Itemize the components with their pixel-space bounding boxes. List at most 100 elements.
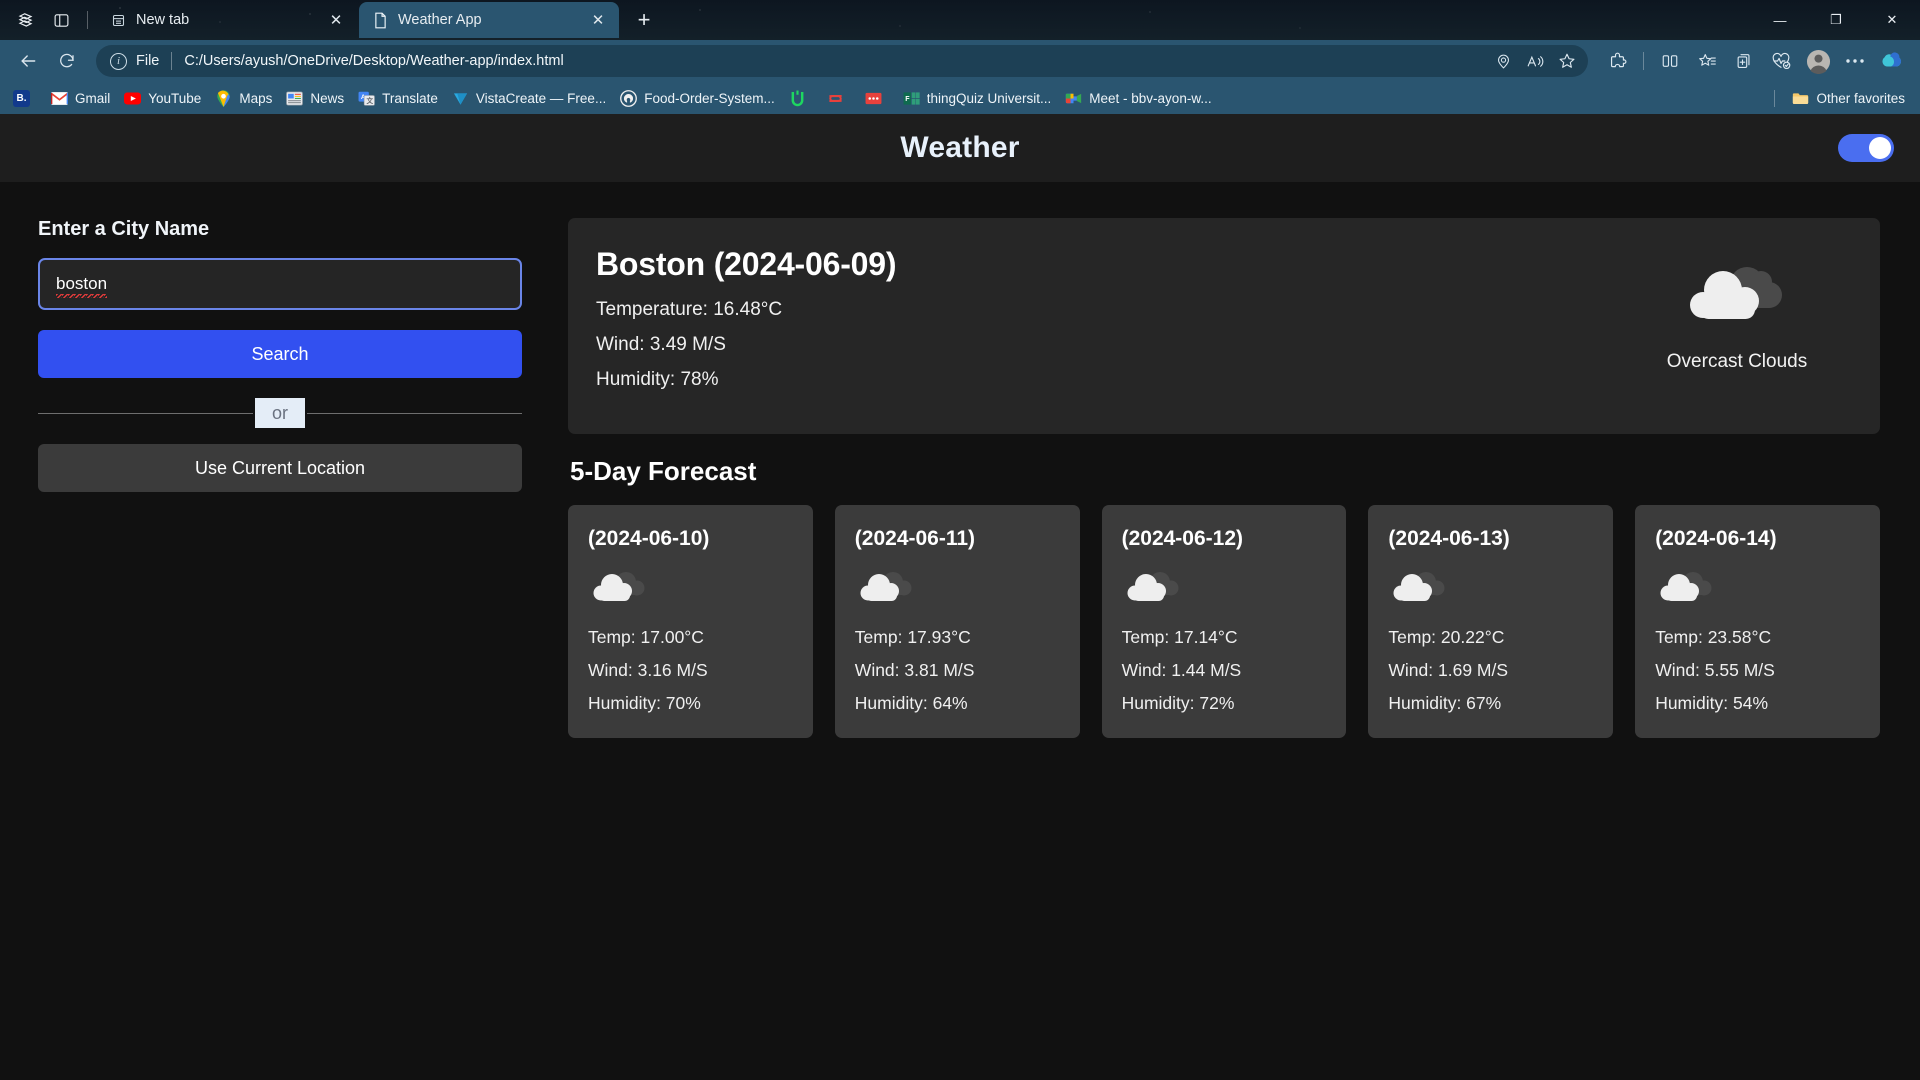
close-icon[interactable]: ✕ [587, 9, 609, 31]
window-icon [110, 12, 127, 29]
bookmark-label: Food-Order-System... [644, 90, 775, 106]
clouds-icon [588, 559, 793, 621]
bookmark-label: YouTube [148, 90, 202, 106]
forecast-humidity: Humidity: 67% [1388, 693, 1502, 713]
tab-actions-icon[interactable] [8, 5, 42, 35]
current-humidity: Humidity: 78% [596, 369, 719, 390]
toolbar-right-icons [1599, 45, 1910, 77]
tab-divider [87, 11, 88, 29]
bookmark-booking[interactable]: B. [6, 86, 44, 111]
current-weather-details: Boston (2024-06-09) Temperature: 16.48°C… [596, 246, 1622, 404]
tab-title: New tab [136, 12, 190, 28]
svg-text:文: 文 [367, 96, 374, 105]
city-input-label: Enter a City Name [38, 218, 210, 240]
copilot-icon[interactable] [1874, 45, 1910, 77]
info-icon[interactable]: i [110, 52, 127, 70]
tab-title: Weather App [398, 12, 482, 28]
bookmark-label: thingQuiz Universit... [926, 90, 1052, 106]
minimize-button[interactable]: — [1752, 0, 1808, 40]
omnibox-divider [171, 52, 173, 70]
gmail-icon [51, 90, 68, 107]
bookmark-food-order-system[interactable]: Food-Order-System... [613, 86, 782, 111]
forecast-section-title: 5-Day Forecast [570, 456, 757, 486]
forecast-date: (2024-06-13) [1388, 527, 1510, 550]
bookmark-label: Meet - bbv-ayon-w... [1089, 90, 1212, 106]
bookmark-label: News [310, 90, 345, 106]
clouds-icon [1388, 559, 1593, 621]
collections-star-icon[interactable] [1689, 45, 1725, 77]
bookmark-vistacreate[interactable]: VistaCreate — Free... [445, 86, 613, 111]
forecast-card: (2024-06-14) Temp: 23.58°C Wind: 5.55 M/… [1635, 505, 1880, 738]
address-bar[interactable]: i File C:/Users/ayush/OneDrive/Desktop/W… [96, 45, 1588, 77]
forecast-temp: Temp: 17.93°C [854, 627, 971, 647]
window-controls: — ❐ ✕ [1752, 0, 1920, 40]
current-city-heading: Boston (2024-06-09) [596, 246, 897, 282]
close-icon[interactable]: ✕ [325, 9, 347, 31]
browser-tab-weather-app[interactable]: Weather App ✕ [359, 2, 619, 38]
green-u-icon [789, 90, 806, 107]
forecast-card: (2024-06-11) Temp: 17.93°C Wind: 3.81 M/… [834, 505, 1080, 738]
spellcheck-underline [56, 294, 108, 298]
city-input-value: boston [56, 274, 108, 293]
favorite-star-icon[interactable] [1552, 47, 1582, 75]
read-aloud-icon[interactable] [1520, 47, 1550, 75]
google-maps-icon [215, 89, 232, 107]
extensions-icon[interactable] [1599, 45, 1635, 77]
browser-essentials-icon[interactable] [1763, 45, 1799, 77]
or-label: or [255, 398, 306, 429]
forecast-date: (2024-06-11) [854, 527, 976, 550]
bookmark-gmail[interactable]: Gmail [44, 86, 117, 111]
toolbar-divider [1643, 52, 1644, 70]
red-link-icon [827, 90, 844, 107]
settings-more-icon[interactable] [1837, 45, 1873, 77]
maximize-button[interactable]: ❐ [1808, 0, 1864, 40]
split-screen-icon[interactable] [1652, 45, 1688, 77]
google-news-icon [286, 90, 304, 107]
add-favorites-icon[interactable] [1726, 45, 1762, 77]
location-pin-icon[interactable] [1488, 47, 1518, 75]
use-current-location-button[interactable]: Use Current Location [38, 444, 522, 493]
booking-icon: B. [13, 89, 30, 107]
bookmark-youtube[interactable]: YouTube [117, 86, 208, 111]
app-header: Weather [0, 114, 1920, 182]
browser-window: New tab ✕ Weather App ✕ + — ❐ ✕ i File C… [0, 0, 1920, 1080]
current-weather-icon-block: Overcast Clouds [1622, 246, 1852, 373]
svg-text:F: F [905, 95, 910, 102]
back-arrow-icon[interactable] [10, 45, 46, 77]
app-body: Enter a City Name boston Search or Use C… [0, 182, 1920, 738]
forecast-humidity: Humidity: 54% [1655, 693, 1769, 713]
bookmark-red-dots[interactable] [858, 86, 896, 111]
bookmark-maps[interactable]: Maps [208, 86, 279, 111]
new-tab-button[interactable]: + [627, 3, 661, 37]
bookmark-meet[interactable]: Meet - bbv-ayon-w... [1058, 86, 1218, 111]
overcast-clouds-icon [1677, 260, 1797, 343]
bookmarks-bar: B. Gmail YouTube Maps News A 文 Translate… [0, 82, 1920, 114]
refresh-icon[interactable] [49, 45, 85, 77]
bookmark-red-link[interactable] [820, 86, 858, 111]
bookmark-news[interactable]: News [279, 86, 351, 111]
forecast-card: (2024-06-13) Temp: 20.22°C Wind: 1.69 M/… [1368, 505, 1614, 738]
bookmark-green-u[interactable] [782, 86, 820, 111]
theme-toggle[interactable] [1838, 134, 1894, 162]
forecast-date: (2024-06-12) [1121, 527, 1243, 550]
tab-search-icon[interactable] [44, 5, 78, 35]
divider-line-right [307, 412, 523, 414]
bookmark-translate[interactable]: A文 Translate [351, 86, 445, 111]
github-icon [620, 89, 638, 107]
youtube-icon [124, 90, 142, 107]
current-temperature: Temperature: 16.48°C [596, 299, 783, 320]
profile-avatar-icon[interactable] [1800, 45, 1836, 77]
other-favorites-button[interactable]: Other favorites [1785, 86, 1912, 111]
current-weather-description: Overcast Clouds [1666, 351, 1808, 372]
browser-toolbar: i File C:/Users/ayush/OneDrive/Desktop/W… [0, 40, 1920, 82]
bookmarks-divider [1774, 89, 1776, 107]
folder-icon [1792, 90, 1809, 107]
forecast-date: (2024-06-14) [1655, 527, 1777, 550]
search-button[interactable]: Search [38, 330, 522, 378]
close-window-button[interactable]: ✕ [1864, 0, 1920, 40]
bookmark-thingquiz[interactable]: F thingQuiz Universit... [896, 86, 1059, 111]
search-sidebar: Enter a City Name boston Search or Use C… [0, 182, 560, 738]
tab-strip-left: New tab ✕ Weather App ✕ + [0, 0, 661, 40]
city-search-input[interactable]: boston [38, 258, 522, 310]
browser-tab-new-tab[interactable]: New tab ✕ [97, 2, 357, 38]
